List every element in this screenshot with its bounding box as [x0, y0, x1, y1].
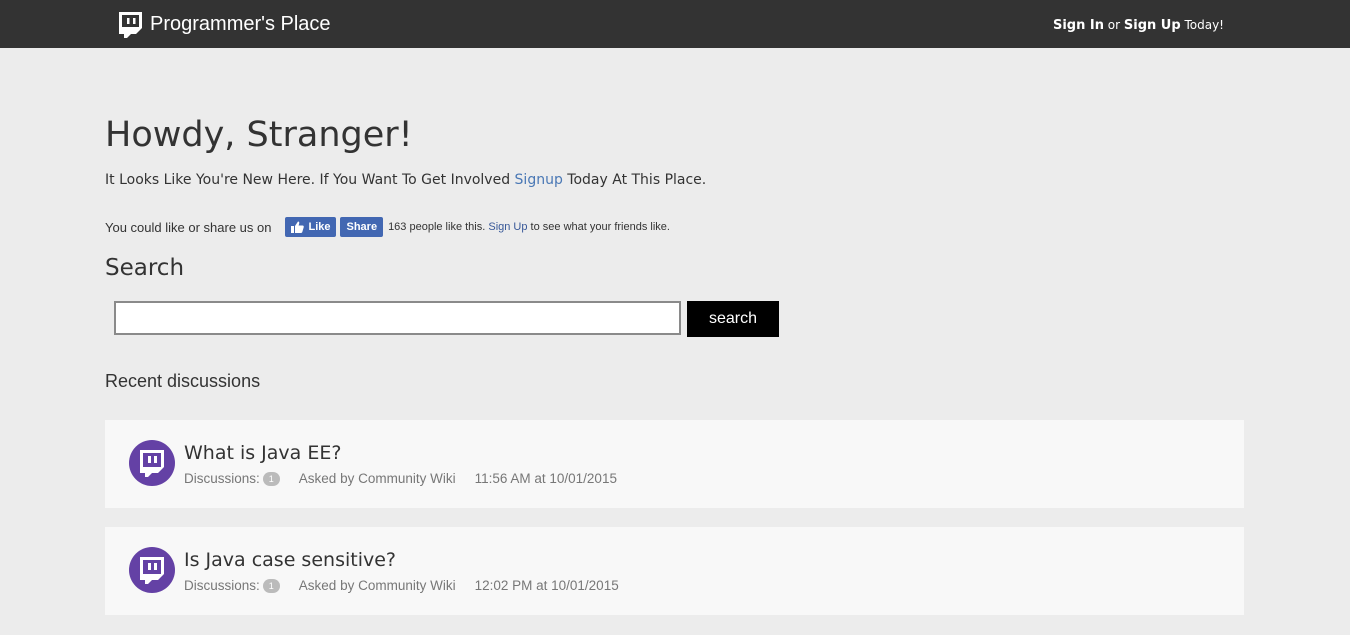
facebook-like-button[interactable]: Like [285, 217, 337, 237]
discussion-meta: Discussions: 1 Asked by Community Wiki 1… [184, 578, 619, 593]
sign-up-link[interactable]: Sign Up [1124, 18, 1181, 33]
page-title: Howdy, Stranger! [105, 115, 413, 155]
discussion-meta: Discussions: 1 Asked by Community Wiki 1… [184, 471, 617, 486]
auth-links: Sign In or Sign Up Today! [1053, 18, 1224, 33]
today-text: Today! [1180, 18, 1224, 32]
thumbs-up-icon [291, 221, 305, 233]
search-heading: Search [105, 255, 185, 281]
intro-text: It Looks Like You're New Here. If You Wa… [105, 172, 706, 188]
asked-by: Asked by Community Wiki [298, 471, 456, 486]
discussions-label: Discussions: [184, 471, 260, 486]
like-count-after: to see what your friends like. [527, 221, 670, 233]
share-text: You could like or share us on [105, 219, 272, 235]
discussion-card[interactable]: What is Java EE? Discussions: 1 Asked by… [105, 420, 1244, 508]
intro-after: Today At This Place. [562, 172, 707, 188]
avatar-twitch-icon [129, 547, 175, 593]
top-navbar: Programmer's Place Sign In or Sign Up To… [0, 0, 1350, 48]
twitch-chat-icon [119, 12, 142, 38]
discussion-card[interactable]: Is Java case sensitive? Discussions: 1 A… [105, 527, 1244, 615]
avatar-twitch-icon [129, 440, 175, 486]
discussion-count-badge: 1 [262, 471, 280, 486]
like-count-text: 163 people like this. Sign Up to see wha… [388, 221, 670, 233]
brand-name: Programmer's Place [150, 13, 331, 35]
discussions-label: Discussions: [184, 578, 260, 593]
facebook-share-button[interactable]: Share [340, 217, 384, 237]
recent-discussions-heading: Recent discussions [105, 371, 261, 391]
share-row: You could like or share us on Like Share… [105, 217, 670, 237]
discussion-title[interactable]: What is Java EE? [184, 442, 341, 464]
discussion-title[interactable]: Is Java case sensitive? [184, 549, 396, 571]
intro-signup-link[interactable]: Signup [515, 172, 563, 188]
like-label: Like [308, 221, 331, 233]
asked-by: Asked by Community Wiki [298, 578, 456, 593]
timestamp: 11:56 AM at 10/01/2015 [474, 471, 617, 486]
like-count: 163 people like this. [388, 221, 489, 233]
intro-before: It Looks Like You're New Here. If You Wa… [105, 172, 515, 188]
sign-in-link[interactable]: Sign In [1053, 18, 1104, 33]
brand-link[interactable]: Programmer's Place [116, 9, 331, 39]
search-input[interactable] [114, 301, 681, 335]
timestamp: 12:02 PM at 10/01/2015 [474, 578, 619, 593]
or-text: or [1103, 18, 1124, 32]
fb-sign-up-link[interactable]: Sign Up [488, 221, 527, 233]
search-button[interactable]: search [687, 301, 779, 337]
discussion-count-badge: 1 [262, 578, 280, 593]
